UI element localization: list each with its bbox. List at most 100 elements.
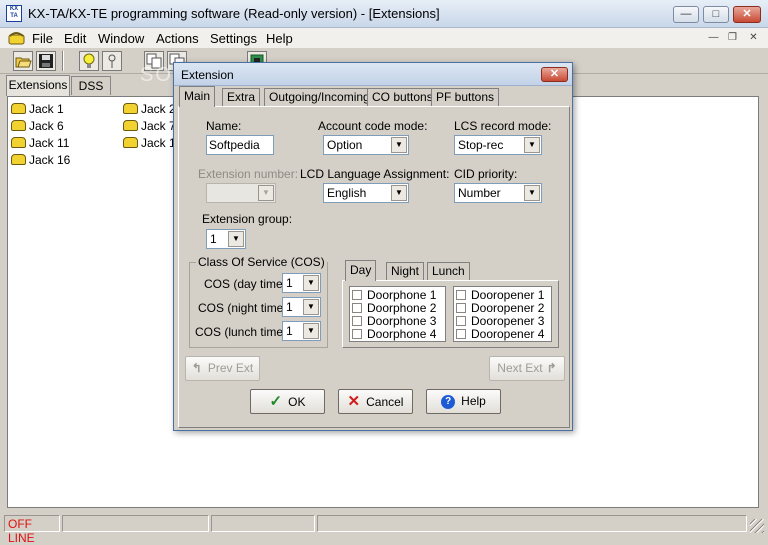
doorphone-list: Doorphone 1 Doorphone 2 Doorphone 3 Door… — [349, 286, 446, 342]
list-item[interactable]: Jack 6 — [11, 119, 64, 133]
cos-lunch-select[interactable]: 1 ▼ — [282, 321, 321, 341]
extension-group-label: Extension group: — [202, 212, 293, 226]
prev-ext-button[interactable]: ↰ Prev Ext — [185, 356, 260, 381]
ok-button[interactable]: ✓ OK — [250, 389, 325, 414]
copy-icon[interactable] — [144, 51, 164, 71]
list-item[interactable]: Jack 2 — [123, 102, 176, 116]
open-icon[interactable] — [13, 51, 33, 71]
title-bar: KX TA KX-TA/KX-TE programming software (… — [0, 0, 768, 28]
checkbox-icon — [352, 316, 362, 326]
cos-day-label: COS (day time): — [204, 277, 291, 291]
mdi-minimize-button[interactable]: — — [705, 30, 722, 46]
mdi-restore-button[interactable]: ❐ — [724, 30, 741, 46]
dooropener-checkbox[interactable]: Dooropener 2 — [456, 301, 544, 315]
minimize-button[interactable]: — — [673, 6, 699, 23]
chevron-down-icon[interactable]: ▼ — [303, 275, 319, 291]
extension-dialog: Extension ✕ Main Extra Outgoing/Incoming… — [173, 62, 573, 431]
dooropener-checkbox[interactable]: Dooropener 4 — [456, 327, 544, 341]
checkmark-icon: ✓ — [269, 393, 283, 410]
extension-group-select[interactable]: 1 ▼ — [206, 229, 246, 249]
phone-icon — [123, 103, 138, 114]
arrow-right-icon: ↱ — [546, 361, 557, 375]
list-item[interactable]: Jack 16 — [11, 153, 70, 167]
cross-icon: ✕ — [347, 393, 361, 410]
checkbox-icon — [456, 329, 466, 339]
tab-dss[interactable]: DSS — [71, 76, 111, 95]
app-icon[interactable]: KX TA — [6, 5, 22, 22]
menu-settings[interactable]: Settings — [210, 31, 257, 46]
tab-extra[interactable]: Extra — [222, 88, 261, 106]
doorphone-checkbox[interactable]: Doorphone 3 — [352, 314, 436, 328]
cos-group-legend: Class Of Service (COS) — [196, 255, 327, 269]
help-button[interactable]: ? Help — [426, 389, 501, 414]
menu-file[interactable]: File — [32, 31, 53, 46]
tab-pf-buttons[interactable]: PF buttons — [431, 88, 500, 106]
maximize-button[interactable]: □ — [703, 6, 729, 23]
doorphone-checkbox[interactable]: Doorphone 1 — [352, 288, 436, 302]
bulb-icon[interactable] — [79, 51, 99, 71]
dialog-close-button[interactable]: ✕ — [541, 67, 568, 82]
dooropener-list: Dooropener 1 Dooropener 2 Dooropener 3 D… — [453, 286, 552, 342]
list-item[interactable]: Jack 7 — [123, 119, 176, 133]
menu-actions[interactable]: Actions — [156, 31, 199, 46]
window-title: KX-TA/KX-TE programming software (Read-o… — [28, 6, 440, 21]
chevron-down-icon[interactable]: ▼ — [303, 299, 319, 315]
resize-grip[interactable] — [750, 519, 764, 533]
chevron-down-icon[interactable]: ▼ — [391, 137, 407, 153]
list-item[interactable]: Jack 1 — [123, 136, 176, 150]
chevron-down-icon[interactable]: ▼ — [303, 323, 319, 339]
save-icon[interactable] — [36, 51, 56, 71]
extension-number-label: Extension number: — [198, 167, 299, 181]
list-item[interactable]: Jack 1 — [11, 102, 64, 116]
cos-night-label: COS (night time): — [198, 301, 291, 315]
account-code-mode-select[interactable]: Option ▼ — [323, 135, 409, 155]
checkbox-icon — [456, 316, 466, 326]
lcd-language-label: LCD Language Assignment: — [300, 167, 450, 181]
cid-priority-label: CID priority: — [454, 167, 518, 181]
phone-icon — [11, 103, 26, 114]
lcs-record-mode-select[interactable]: Stop-rec ▼ — [454, 135, 542, 155]
chevron-down-icon[interactable]: ▼ — [258, 185, 274, 201]
status-cell — [211, 515, 315, 532]
tab-outgoing-incoming[interactable]: Outgoing/Incoming — [264, 88, 375, 106]
status-cell — [317, 515, 747, 532]
tab-day[interactable]: Day — [345, 260, 377, 281]
cancel-button[interactable]: ✕ Cancel — [338, 389, 413, 414]
cos-night-select[interactable]: 1 ▼ — [282, 297, 321, 317]
toolbar-separator — [62, 51, 64, 71]
menu-phone-icon[interactable] — [8, 30, 25, 45]
next-ext-button[interactable]: Next Ext ↱ — [489, 356, 565, 381]
dooropener-checkbox[interactable]: Dooropener 3 — [456, 314, 544, 328]
cid-priority-select[interactable]: Number ▼ — [454, 183, 542, 203]
pin-icon[interactable] — [102, 51, 122, 71]
extension-number-select[interactable]: ▼ — [206, 183, 276, 203]
menu-help[interactable]: Help — [266, 31, 293, 46]
tab-co-buttons[interactable]: CO buttons — [367, 88, 438, 106]
chevron-down-icon[interactable]: ▼ — [391, 185, 407, 201]
arrow-left-icon: ↰ — [191, 361, 202, 375]
main-tab-panel: Name: Softpedia Account code mode: Optio… — [178, 106, 570, 428]
tab-extensions[interactable]: Extensions — [6, 75, 70, 96]
close-button[interactable]: ✕ — [733, 6, 761, 23]
chevron-down-icon[interactable]: ▼ — [228, 231, 244, 247]
tab-main[interactable]: Main — [179, 86, 216, 107]
name-field[interactable]: Softpedia — [206, 135, 274, 155]
tab-lunch[interactable]: Lunch — [427, 262, 470, 280]
checkbox-icon — [352, 303, 362, 313]
mdi-close-button[interactable]: ✕ — [745, 30, 762, 46]
menu-edit[interactable]: Edit — [64, 31, 86, 46]
lcd-language-select[interactable]: English ▼ — [323, 183, 409, 203]
dooropener-checkbox[interactable]: Dooropener 1 — [456, 288, 544, 302]
list-item[interactable]: Jack 11 — [11, 136, 69, 150]
checkbox-icon — [352, 290, 362, 300]
account-code-mode-label: Account code mode: — [318, 119, 428, 133]
cos-day-select[interactable]: 1 ▼ — [282, 273, 321, 293]
tab-night[interactable]: Night — [386, 262, 425, 280]
phone-icon — [11, 137, 26, 148]
chevron-down-icon[interactable]: ▼ — [524, 137, 540, 153]
doorphone-checkbox[interactable]: Doorphone 2 — [352, 301, 436, 315]
menu-window[interactable]: Window — [98, 31, 144, 46]
phone-icon — [11, 154, 26, 165]
doorphone-checkbox[interactable]: Doorphone 4 — [352, 327, 436, 341]
chevron-down-icon[interactable]: ▼ — [524, 185, 540, 201]
